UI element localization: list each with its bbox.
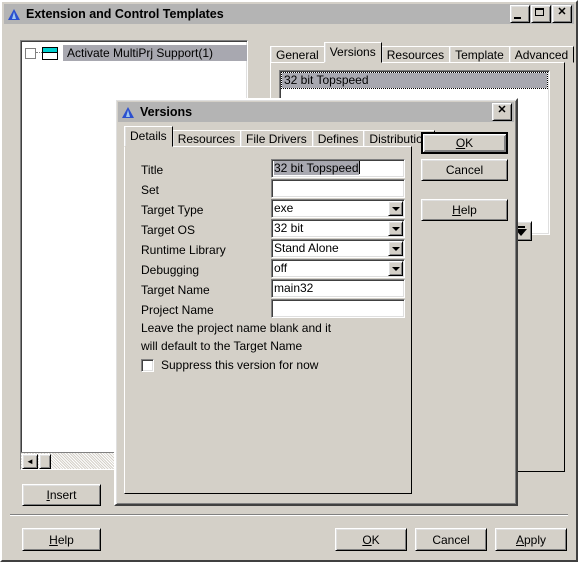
app-triangle-icon: [7, 7, 21, 21]
template-window-icon: [42, 46, 58, 60]
ok-button[interactable]: OK: [335, 528, 407, 551]
versions-dialog: Versions ✕ Details Resources File Driver…: [114, 98, 518, 506]
project-name-label: Project Name: [141, 303, 214, 317]
hint-line-2: will default to the Target Name: [141, 339, 303, 353]
set-label: Set: [141, 183, 160, 197]
versions-dialog-ok-button[interactable]: OK: [421, 132, 508, 154]
chevron-down-icon[interactable]: [388, 241, 403, 256]
tree-item-checkbox[interactable]: [25, 47, 36, 59]
window-title: Extension and Control Templates: [26, 7, 224, 21]
target-os-value: 32 bit: [274, 221, 304, 235]
maximize-button[interactable]: [531, 5, 551, 23]
versions-dialog-cancel-button[interactable]: Cancel: [421, 159, 508, 181]
versions-dialog-titlebar: Versions ✕: [118, 102, 514, 122]
runtime-library-value: Stand Alone: [274, 241, 339, 255]
tab-template[interactable]: Template: [449, 46, 510, 63]
help-button[interactable]: Help: [22, 528, 101, 551]
scroll-left-arrow-icon[interactable]: ◄: [22, 454, 38, 469]
title-label: Title: [141, 163, 164, 177]
versions-dialog-title: Versions: [140, 105, 193, 119]
runtime-library-label: Runtime Library: [141, 243, 226, 257]
project-name-input[interactable]: [271, 299, 405, 318]
debugging-label: Debugging: [141, 263, 200, 277]
apply-label: Apply: [515, 532, 547, 547]
help-label: Help: [49, 532, 74, 547]
main-tabstrip: General Versions Resources Template Adva…: [270, 42, 575, 63]
details-panel: Title 32 bit Topspeed Set Target Type ex…: [124, 146, 412, 494]
minimize-button[interactable]: [510, 5, 530, 23]
chevron-down-icon[interactable]: [388, 221, 403, 236]
versions-dialog-help-button[interactable]: Help: [421, 199, 508, 221]
runtime-library-combobox[interactable]: Stand Alone: [271, 239, 405, 258]
main-titlebar: Extension and Control Templates ✕: [4, 4, 574, 24]
target-os-label: Target OS: [141, 223, 196, 237]
versions-dialog-help-label: Help: [452, 203, 477, 217]
target-type-combobox[interactable]: exe: [271, 199, 405, 218]
target-name-input[interactable]: main32: [271, 279, 405, 298]
hint-line-1: Leave the project name blank and it: [141, 321, 332, 335]
tab-details[interactable]: Details: [124, 126, 173, 147]
chevron-down-icon[interactable]: [388, 201, 403, 216]
tab-advanced[interactable]: Advanced: [508, 46, 575, 63]
tab-defines[interactable]: Defines: [311, 130, 365, 147]
suppress-version-checkbox-row[interactable]: Suppress this version for now: [141, 358, 318, 372]
title-input-value: 32 bit Topspeed: [274, 161, 359, 175]
application-window: Extension and Control Templates ✕ Activa…: [0, 0, 578, 562]
ok-label: OK: [362, 532, 380, 547]
chevron-down-icon[interactable]: [388, 261, 403, 276]
debugging-value: off: [274, 261, 288, 275]
scrollbar-thumb[interactable]: [39, 454, 51, 469]
target-type-label: Target Type: [141, 203, 204, 217]
versions-dialog-ok-label: OK: [455, 136, 474, 150]
title-input[interactable]: 32 bit Topspeed: [271, 159, 405, 178]
tab-resources[interactable]: Resources: [171, 130, 242, 147]
close-button[interactable]: ✕: [552, 5, 572, 23]
versions-dialog-close-button[interactable]: ✕: [492, 103, 512, 121]
target-type-value: exe: [274, 201, 294, 215]
target-os-combobox[interactable]: 32 bit: [271, 219, 405, 238]
target-name-label: Target Name: [141, 283, 210, 297]
set-input[interactable]: [271, 179, 405, 198]
bottom-separator: [10, 514, 568, 516]
tab-versions[interactable]: Versions: [323, 42, 382, 63]
apply-button[interactable]: Apply: [495, 528, 567, 551]
insert-button[interactable]: Insert: [22, 484, 101, 506]
debugging-combobox[interactable]: off: [271, 259, 405, 278]
tab-file-drivers[interactable]: File Drivers: [240, 130, 313, 147]
ok-rest: K: [465, 136, 474, 150]
insert-label: Insert: [46, 488, 77, 502]
suppress-version-checkbox[interactable]: [141, 358, 154, 372]
tab-resources[interactable]: Resources: [380, 46, 451, 63]
cancel-button[interactable]: Cancel: [415, 528, 487, 551]
versions-dialog-tabstrip: Details Resources File Drivers Defines D…: [124, 126, 436, 147]
tab-general[interactable]: General: [270, 46, 325, 63]
text-caret: [358, 161, 360, 174]
tree-item-label: Activate MultiPrj Support(1): [63, 45, 247, 61]
app-triangle-icon: [121, 105, 135, 119]
list-item[interactable]: 32 bit Topspeed: [281, 72, 548, 89]
suppress-version-label: Suppress this version for now: [161, 358, 319, 372]
tree-item-activate-multiprj[interactable]: Activate MultiPrj Support(1): [25, 45, 247, 61]
